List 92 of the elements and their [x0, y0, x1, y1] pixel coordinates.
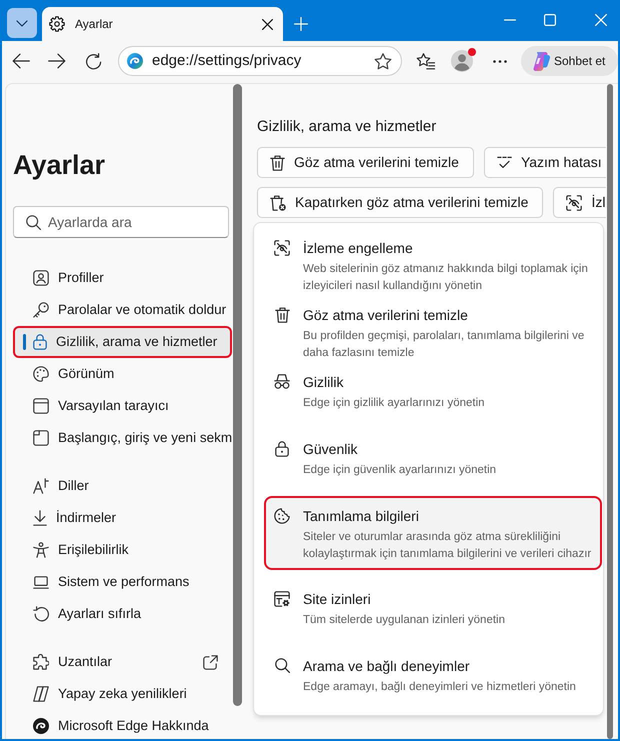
- window-tab-icon: [33, 430, 49, 446]
- cookie-icon: [274, 508, 290, 524]
- item-title: İzleme engelleme: [303, 239, 414, 258]
- gradient-logo-icon: [531, 52, 550, 70]
- nav-item[interactable]: Uzantılar: [13, 646, 232, 678]
- nav-item[interactable]: Yapay zeka yenilikleri: [13, 678, 232, 710]
- laptop-icon: [33, 576, 49, 588]
- nav-item[interactable]: Görünüm: [13, 358, 232, 390]
- browser-logo-icon: [127, 53, 143, 69]
- item-description: Siteler ve oturumlar arasında göz atma sürekliliğini kolaylaştırmak için tanımlama bilgilerini ve verileri cihazır: [303, 530, 592, 562]
- close-tab-button[interactable]: [259, 16, 275, 32]
- crossed-eye-icon: [274, 240, 290, 256]
- forward-icon: [48, 53, 66, 69]
- item-title: Site izinleri: [303, 590, 372, 609]
- trash-icon: [270, 154, 285, 170]
- window-gear-icon: [274, 591, 290, 607]
- search-icon: [26, 215, 41, 230]
- profile-card-icon: [33, 270, 49, 286]
- close-icon: [262, 18, 272, 30]
- settings-title: Ayarlar: [13, 149, 106, 182]
- quick-action-button[interactable]: Göz atma verilerini temizle: [257, 147, 474, 178]
- avatar-icon: [451, 50, 473, 72]
- tab-list-button[interactable]: [7, 8, 37, 38]
- close-icon: [595, 14, 607, 26]
- menu-item[interactable]: İzleme engelleme Web sitelerinin göz atmanız hakkında bilgi toplamak için izleyicileri nasıl kullandığını yönetin: [264, 230, 602, 297]
- favorites-icon: [416, 52, 434, 70]
- spell-check-icon: [496, 156, 512, 170]
- item-title: Arama ve bağlı deneyimler: [303, 657, 471, 676]
- refresh-icon: [84, 52, 102, 70]
- lock-icon: [33, 334, 47, 350]
- chat-button[interactable]: Sohbet et: [521, 46, 618, 76]
- menu-item[interactable]: Arama ve bağlı deneyimler Edge aramayı, bağlı deneyimleri ve hizmetleri yönetin: [264, 648, 602, 715]
- item-description: Edge için güvenlik ayarlarınızı yönetin: [303, 463, 498, 478]
- chevron-down-icon: [16, 20, 28, 26]
- nav-item[interactable]: Ayarları sıfırla: [13, 598, 232, 630]
- menu-item[interactable]: Site izinleri Tüm sitelerde uygulanan izinleri yönetin: [264, 581, 602, 648]
- tab[interactable]: Ayarlar: [42, 7, 283, 41]
- nav-item[interactable]: Diller: [13, 470, 232, 502]
- settings-icon: [49, 16, 65, 32]
- nav-item[interactable]: Başlangıç, giriş ve yeni sekm: [13, 422, 232, 454]
- more-icon: [493, 60, 507, 62]
- section-title: Gizlilik, arama ve hizmetler: [257, 117, 436, 137]
- scrollbar[interactable]: [233, 84, 242, 706]
- key-icon: [33, 302, 49, 318]
- nav-item[interactable]: Varsayılan tarayıcı: [13, 390, 232, 422]
- lock-icon: [275, 441, 289, 457]
- item-description: Edge için gizlilik ayarlarınızı yönetin: [303, 396, 486, 411]
- search-icon: [274, 658, 290, 673]
- palette-icon: [33, 366, 49, 382]
- nav-item[interactable]: Sistem ve performans: [13, 566, 232, 598]
- item-title: Gizlilik: [303, 373, 344, 392]
- nav-item[interactable]: Erişilebilirlik: [13, 534, 232, 566]
- item-title: Güvenlik: [303, 440, 358, 459]
- menu-item[interactable]: Gizlilik Edge için gizlilik ayarlarınızı yönetin: [264, 364, 602, 431]
- item-title: Tanımlama bilgileri: [303, 507, 420, 526]
- quick-action-button[interactable]: İzl: [553, 187, 606, 218]
- minimize-icon: [504, 19, 516, 21]
- nav-item[interactable]: Gizlilik, arama ve hizmetler: [13, 326, 232, 358]
- nav-item[interactable]: Microsoft Edge Hakkında: [13, 710, 232, 738]
- browser-logo-icon: [33, 718, 49, 734]
- address-bar[interactable]: edge://settings/privacy: [118, 46, 402, 76]
- item-description: Web sitelerinin göz atmanız hakkında bilgi toplamak için izleyicileri nasıl kullandığını yönetin: [303, 262, 589, 294]
- overlapping-shapes-icon: [33, 686, 49, 702]
- item-description: Tüm sitelerde uygulanan izinleri yönetin: [303, 613, 506, 628]
- item-description: Edge aramayı, bağlı deneyimleri ve hizmetleri yönetin: [303, 680, 577, 695]
- incognito-icon: [274, 374, 290, 389]
- quick-action-button[interactable]: Kapatırken göz atma verilerini temizle: [257, 187, 544, 218]
- plus-icon: [294, 17, 308, 31]
- item-title: Göz atma verilerini temizle: [303, 306, 469, 325]
- nav-item[interactable]: İndirmeler: [13, 502, 232, 534]
- menu-item[interactable]: Tanımlama bilgileri Siteler ve oturumlar arasında göz atma sürekliliğini kolaylaştırmak için tanımlama bilgilerini ve verileri cihazır: [264, 496, 602, 570]
- menu-item[interactable]: Güvenlik Edge için güvenlik ayarlarınızı yönetin: [264, 431, 602, 498]
- language-icon: [33, 478, 49, 494]
- trash-x-icon: [270, 194, 286, 210]
- back-icon: [12, 53, 30, 69]
- trash-icon: [274, 307, 290, 323]
- nav-item[interactable]: Parolalar ve otomatik doldur: [13, 294, 232, 326]
- scrollbar[interactable]: [607, 84, 613, 739]
- reset-icon: [33, 606, 49, 622]
- quick-action-button[interactable]: Yazım hatası: [484, 147, 606, 178]
- star-icon: [374, 52, 392, 70]
- nav-item[interactable]: Profiller: [13, 262, 232, 294]
- download-icon: [33, 510, 47, 526]
- menu-item[interactable]: Göz atma verilerini temizle Bu profilden geçmişi, parolaları, tanımlama bilgilerini ve daha fazlasını temizle: [264, 297, 602, 364]
- accessibility-icon: [33, 542, 49, 558]
- maximize-icon: [544, 14, 556, 26]
- search-field[interactable]: Ayarlarda ara: [13, 206, 229, 238]
- browser-window-icon: [33, 398, 49, 414]
- selection-indicator: [23, 334, 26, 350]
- puzzle-icon: [33, 654, 49, 670]
- crossed-eye-icon: [566, 194, 582, 210]
- item-description: Bu profilden geçmişi, parolaları, tanımlama bilgilerini ve daha fazlasını temizle: [303, 329, 586, 361]
